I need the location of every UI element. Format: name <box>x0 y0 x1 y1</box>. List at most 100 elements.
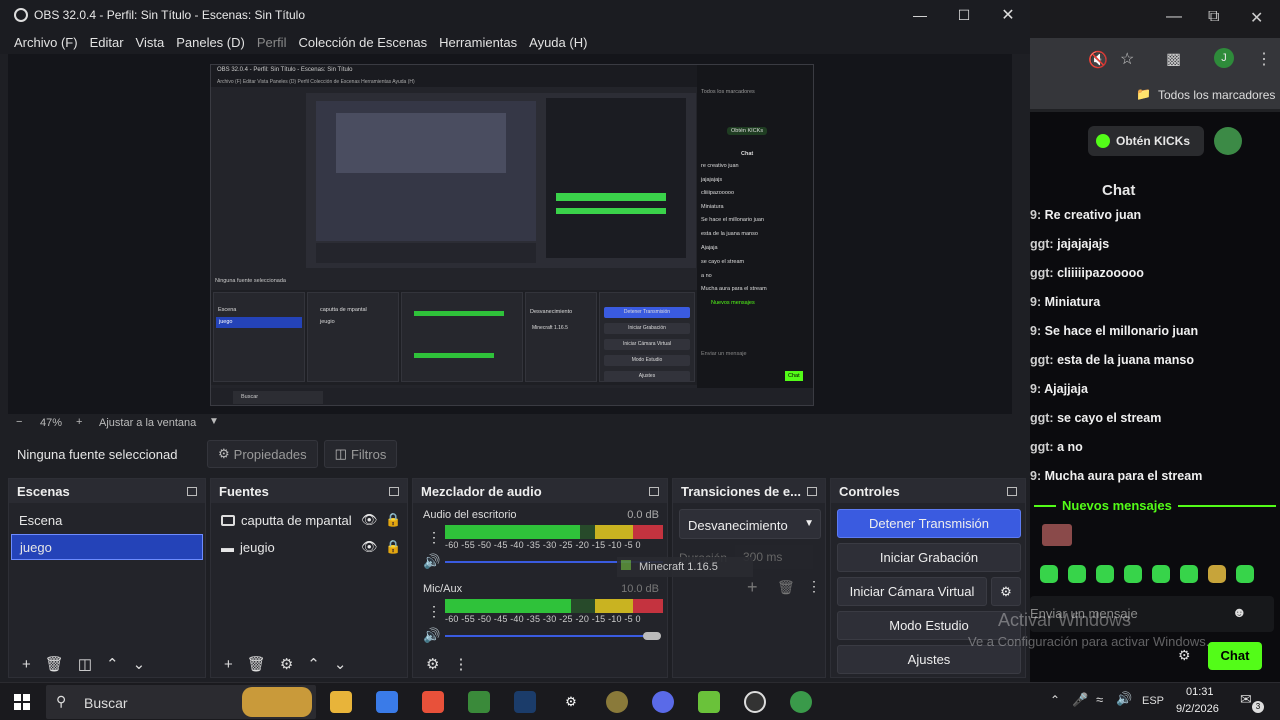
more-vertical-icon[interactable]: ⋮ <box>1256 49 1272 69</box>
virtual-camera-settings-button[interactable]: ⚙ <box>991 577 1021 606</box>
popout-icon[interactable] <box>187 486 197 496</box>
menu-ayuda[interactable]: Ayuda (H) <box>529 35 587 50</box>
menu-perfil[interactable]: Perfil <box>257 35 287 50</box>
brave-icon[interactable] <box>422 691 444 713</box>
eye-icon[interactable]: 👁 <box>361 539 378 555</box>
mute-icon[interactable]: 🔇 <box>1088 50 1108 70</box>
emote-icon[interactable] <box>1180 565 1198 583</box>
volume-knob[interactable] <box>643 632 661 640</box>
app-icon[interactable] <box>606 691 628 713</box>
popout-icon[interactable] <box>1007 486 1017 496</box>
clock-date[interactable]: 9/2/2026 <box>1176 703 1219 715</box>
menu-paneles[interactable]: Paneles (D) <box>176 35 245 50</box>
emote-icon[interactable] <box>1068 565 1086 583</box>
preview-canvas[interactable]: OBS 32.0.4 - Perfil: Sin Título - Escena… <box>8 54 1012 414</box>
avatar[interactable] <box>1214 127 1242 155</box>
popout-icon[interactable] <box>389 486 399 496</box>
discord-icon[interactable] <box>652 691 674 713</box>
settings-gear-icon[interactable]: ⚙ <box>560 691 582 713</box>
zoom-out-button[interactable]: − <box>16 416 22 428</box>
scene-item[interactable]: Escena <box>11 507 203 533</box>
star-icon[interactable]: ☆ <box>1120 49 1134 69</box>
transition-select[interactable]: Desvanecimiento ▼ <box>679 509 821 539</box>
speaker-icon[interactable]: 🔊 <box>423 627 440 644</box>
zoom-fit-select[interactable]: Ajustar a la ventana <box>99 417 196 429</box>
menu-editar[interactable]: Editar <box>90 35 124 50</box>
menu-vista[interactable]: Vista <box>136 35 165 50</box>
emote-icon[interactable] <box>1236 565 1254 583</box>
extensions-icon[interactable]: ▩ <box>1166 49 1181 69</box>
minimize-button[interactable]: — <box>1166 8 1182 26</box>
chevron-up-icon[interactable]: ⌃ <box>1050 693 1060 707</box>
steam-icon[interactable] <box>514 691 536 713</box>
clock-time[interactable]: 01:31 <box>1186 686 1214 698</box>
menu-archivo[interactable]: Archivo (F) <box>14 35 78 50</box>
move-up-icon[interactable]: ⌃ <box>307 655 320 673</box>
start-virtual-camera-button[interactable]: Iniciar Cámara Virtual <box>837 577 987 606</box>
close-button[interactable]: ✕ <box>1250 8 1263 28</box>
emote-icon[interactable] <box>1152 565 1170 583</box>
obs-icon[interactable] <box>744 691 766 713</box>
volume-slider[interactable] <box>445 635 645 637</box>
get-kicks-button[interactable]: Obtén KICKs <box>1088 126 1204 156</box>
wifi-icon[interactable]: ≈ <box>1096 692 1103 707</box>
language-indicator[interactable]: ESP <box>1142 695 1164 707</box>
more-vertical-icon[interactable]: ⋮ <box>427 603 441 620</box>
emote-icon[interactable] <box>1124 565 1142 583</box>
emote-icon[interactable] <box>1096 565 1114 583</box>
add-source-button[interactable]: + <box>224 656 233 673</box>
popout-icon[interactable] <box>807 486 817 496</box>
file-explorer-icon[interactable] <box>330 691 352 713</box>
trash-icon[interactable]: 🗑 <box>45 655 64 673</box>
chrome-icon[interactable] <box>790 691 812 713</box>
chevron-down-icon[interactable]: ▼ <box>209 416 219 427</box>
more-vertical-icon[interactable]: ⋮ <box>807 578 821 595</box>
menu-coleccion[interactable]: Colección de Escenas <box>298 35 427 50</box>
taskbar-search[interactable]: ⚲ Buscar <box>46 685 316 719</box>
gear-icon[interactable]: ⚙ <box>280 655 293 673</box>
add-transition-button[interactable]: + <box>747 577 758 598</box>
move-down-icon[interactable]: ⌄ <box>334 655 347 673</box>
eye-icon[interactable]: 👁 <box>361 512 378 528</box>
microphone-icon[interactable]: 🎤 <box>1072 692 1088 708</box>
settings-button[interactable]: Ajustes <box>837 645 1021 674</box>
minimize-button[interactable]: — <box>898 0 942 30</box>
menu-herramientas[interactable]: Herramientas <box>439 35 517 50</box>
speaker-icon[interactable]: 🔊 <box>423 553 440 570</box>
notification-icon[interactable]: ✉ <box>1240 691 1252 708</box>
add-scene-button[interactable]: + <box>22 656 31 673</box>
lock-icon[interactable]: 🔒 <box>385 512 401 528</box>
move-down-icon[interactable]: ⌄ <box>133 655 146 673</box>
popout-icon[interactable] <box>649 486 659 496</box>
minecraft-launcher-icon[interactable] <box>698 691 720 713</box>
lock-icon[interactable]: 🔒 <box>385 539 401 555</box>
emote-icon[interactable] <box>1208 565 1226 583</box>
filter-icon[interactable]: ◫ <box>78 655 92 673</box>
maximize-button[interactable]: ☐ <box>942 0 986 30</box>
zoom-in-button[interactable]: + <box>76 416 82 428</box>
emote-icon[interactable] <box>1040 565 1058 583</box>
more-vertical-icon[interactable]: ⋮ <box>427 529 441 546</box>
minecraft-icon[interactable] <box>468 691 490 713</box>
trash-icon[interactable]: 🗑 <box>247 655 266 673</box>
volume-icon[interactable]: 🔊 <box>1116 691 1132 707</box>
all-bookmarks-link[interactable]: Todos los marcadores <box>1158 88 1275 102</box>
properties-button[interactable]: ⚙ Propiedades <box>207 440 318 468</box>
move-up-icon[interactable]: ⌃ <box>106 655 119 673</box>
trash-icon[interactable]: 🗑 <box>777 579 795 596</box>
gear-icon[interactable]: ⚙ <box>426 655 439 673</box>
filters-button[interactable]: ◫ Filtros <box>323 440 398 468</box>
profile-avatar[interactable]: J <box>1214 48 1234 68</box>
source-item[interactable]: caputta de mpantal 👁 🔒 <box>213 507 403 533</box>
stop-streaming-button[interactable]: Detener Transmisión <box>837 509 1021 538</box>
windows-start-icon[interactable] <box>14 694 30 710</box>
restore-button[interactable]: ⧉ <box>1208 8 1219 26</box>
gear-icon[interactable]: ⚙ <box>1178 647 1191 664</box>
start-recording-button[interactable]: Iniciar Grabación <box>837 543 1021 572</box>
emoji-icon[interactable]: ☻ <box>1232 604 1247 620</box>
more-vertical-icon[interactable]: ⋮ <box>453 655 468 673</box>
store-icon[interactable] <box>376 691 398 713</box>
scene-item-selected[interactable]: juego <box>11 534 203 560</box>
close-button[interactable]: ✕ <box>986 0 1030 30</box>
source-item[interactable]: ▬ jeugio 👁 🔒 <box>213 534 403 560</box>
